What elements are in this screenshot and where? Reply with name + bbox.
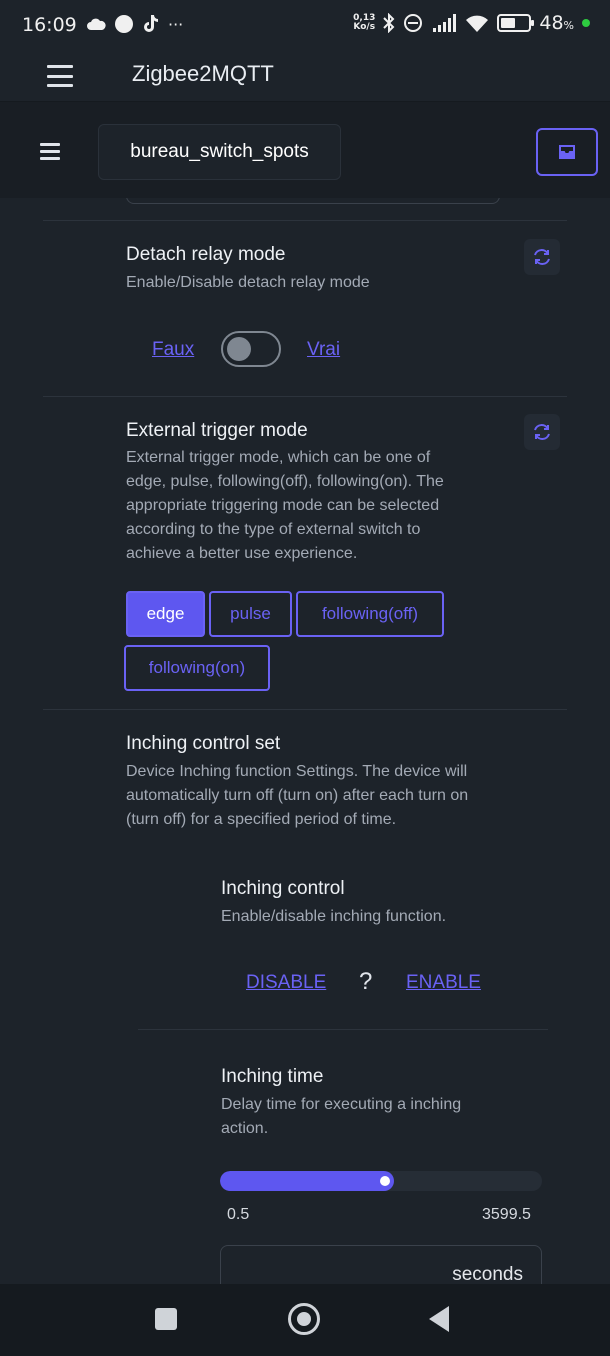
device-name-button[interactable]: bureau_switch_spots xyxy=(98,124,341,180)
inching-time-title: Inching time xyxy=(221,1066,324,1087)
more-notifications-icon: ··· xyxy=(168,14,184,34)
detach-relay-false-option[interactable]: Faux xyxy=(152,339,194,361)
detach-relay-refresh-button[interactable] xyxy=(524,239,560,275)
inbox-button[interactable] xyxy=(536,128,598,176)
app-title: Zigbee2MQTT xyxy=(132,61,274,86)
external-trigger-title: External trigger mode xyxy=(126,420,308,441)
link-icon xyxy=(404,14,423,32)
cloud-icon xyxy=(87,18,106,30)
settings-content[interactable]: Detach relay mode Enable/Disable detach … xyxy=(0,198,610,1284)
detach-relay-true-option[interactable]: Vrai xyxy=(307,339,340,361)
slider-fill xyxy=(220,1171,394,1191)
status-time: 16:09 xyxy=(22,14,77,36)
inbox-icon xyxy=(559,145,575,159)
divider xyxy=(43,396,567,397)
status-bar: 16:09 ··· 0,13 Ko/s 48% xyxy=(0,0,610,52)
detach-relay-description: Enable/Disable detach relay mode xyxy=(126,274,370,291)
inching-enable-option[interactable]: ENABLE xyxy=(406,972,481,994)
wifi-icon xyxy=(466,15,489,32)
menu-icon[interactable] xyxy=(47,65,73,87)
previous-input-field[interactable] xyxy=(126,198,500,204)
slider-max-label: 3599.5 xyxy=(482,1206,531,1223)
detach-relay-title: Detach relay mode xyxy=(126,244,286,265)
divider xyxy=(138,1029,548,1030)
inching-time-description: Delay time for executing a inching actio… xyxy=(221,1096,462,1137)
inching-disable-option[interactable]: DISABLE xyxy=(246,972,326,994)
privacy-indicator xyxy=(582,19,590,27)
tiktok-icon xyxy=(144,15,158,32)
signal-icon xyxy=(433,14,457,32)
trigger-option-edge[interactable]: edge xyxy=(126,591,205,637)
refresh-icon xyxy=(534,424,550,440)
home-button[interactable] xyxy=(288,1303,320,1335)
input-unit-label: seconds xyxy=(452,1264,523,1284)
inching-set-title: Inching control set xyxy=(126,733,281,754)
status-right: 0,13 Ko/s 48% xyxy=(353,12,590,34)
inching-set-description: Device Inching function Settings. The de… xyxy=(126,763,469,828)
net-speed: 0,13 Ko/s xyxy=(353,13,376,32)
notification-icons: ··· xyxy=(86,14,183,34)
inching-control-title: Inching control xyxy=(221,878,345,899)
external-trigger-refresh-button[interactable] xyxy=(524,414,560,450)
inching-control-description: Enable/disable inching function. xyxy=(221,908,447,925)
divider xyxy=(43,220,567,221)
inching-time-input[interactable]: seconds xyxy=(220,1245,542,1284)
divider xyxy=(43,709,567,710)
system-nav-bar xyxy=(0,1284,610,1356)
inching-unknown-state[interactable]: ? xyxy=(359,968,372,996)
slider-min-label: 0.5 xyxy=(227,1206,250,1223)
battery-icon xyxy=(497,14,535,32)
external-trigger-description: External trigger mode, which can be one … xyxy=(126,449,444,562)
recents-button[interactable] xyxy=(155,1308,177,1330)
trigger-option-following-off[interactable]: following(off) xyxy=(296,591,444,637)
battery-percent: 48% xyxy=(539,12,574,34)
detach-relay-toggle[interactable] xyxy=(221,331,281,367)
circle-icon xyxy=(115,15,133,33)
device-bar: bureau_switch_spots xyxy=(0,102,610,198)
back-button[interactable] xyxy=(429,1306,449,1332)
trigger-option-following-on[interactable]: following(on) xyxy=(124,645,270,691)
slider-thumb[interactable] xyxy=(380,1176,390,1186)
app-bar: Zigbee2MQTT xyxy=(0,52,610,102)
refresh-icon xyxy=(534,249,550,265)
bluetooth-icon xyxy=(383,13,395,33)
device-menu-icon[interactable] xyxy=(40,143,60,160)
trigger-option-pulse[interactable]: pulse xyxy=(209,591,292,637)
